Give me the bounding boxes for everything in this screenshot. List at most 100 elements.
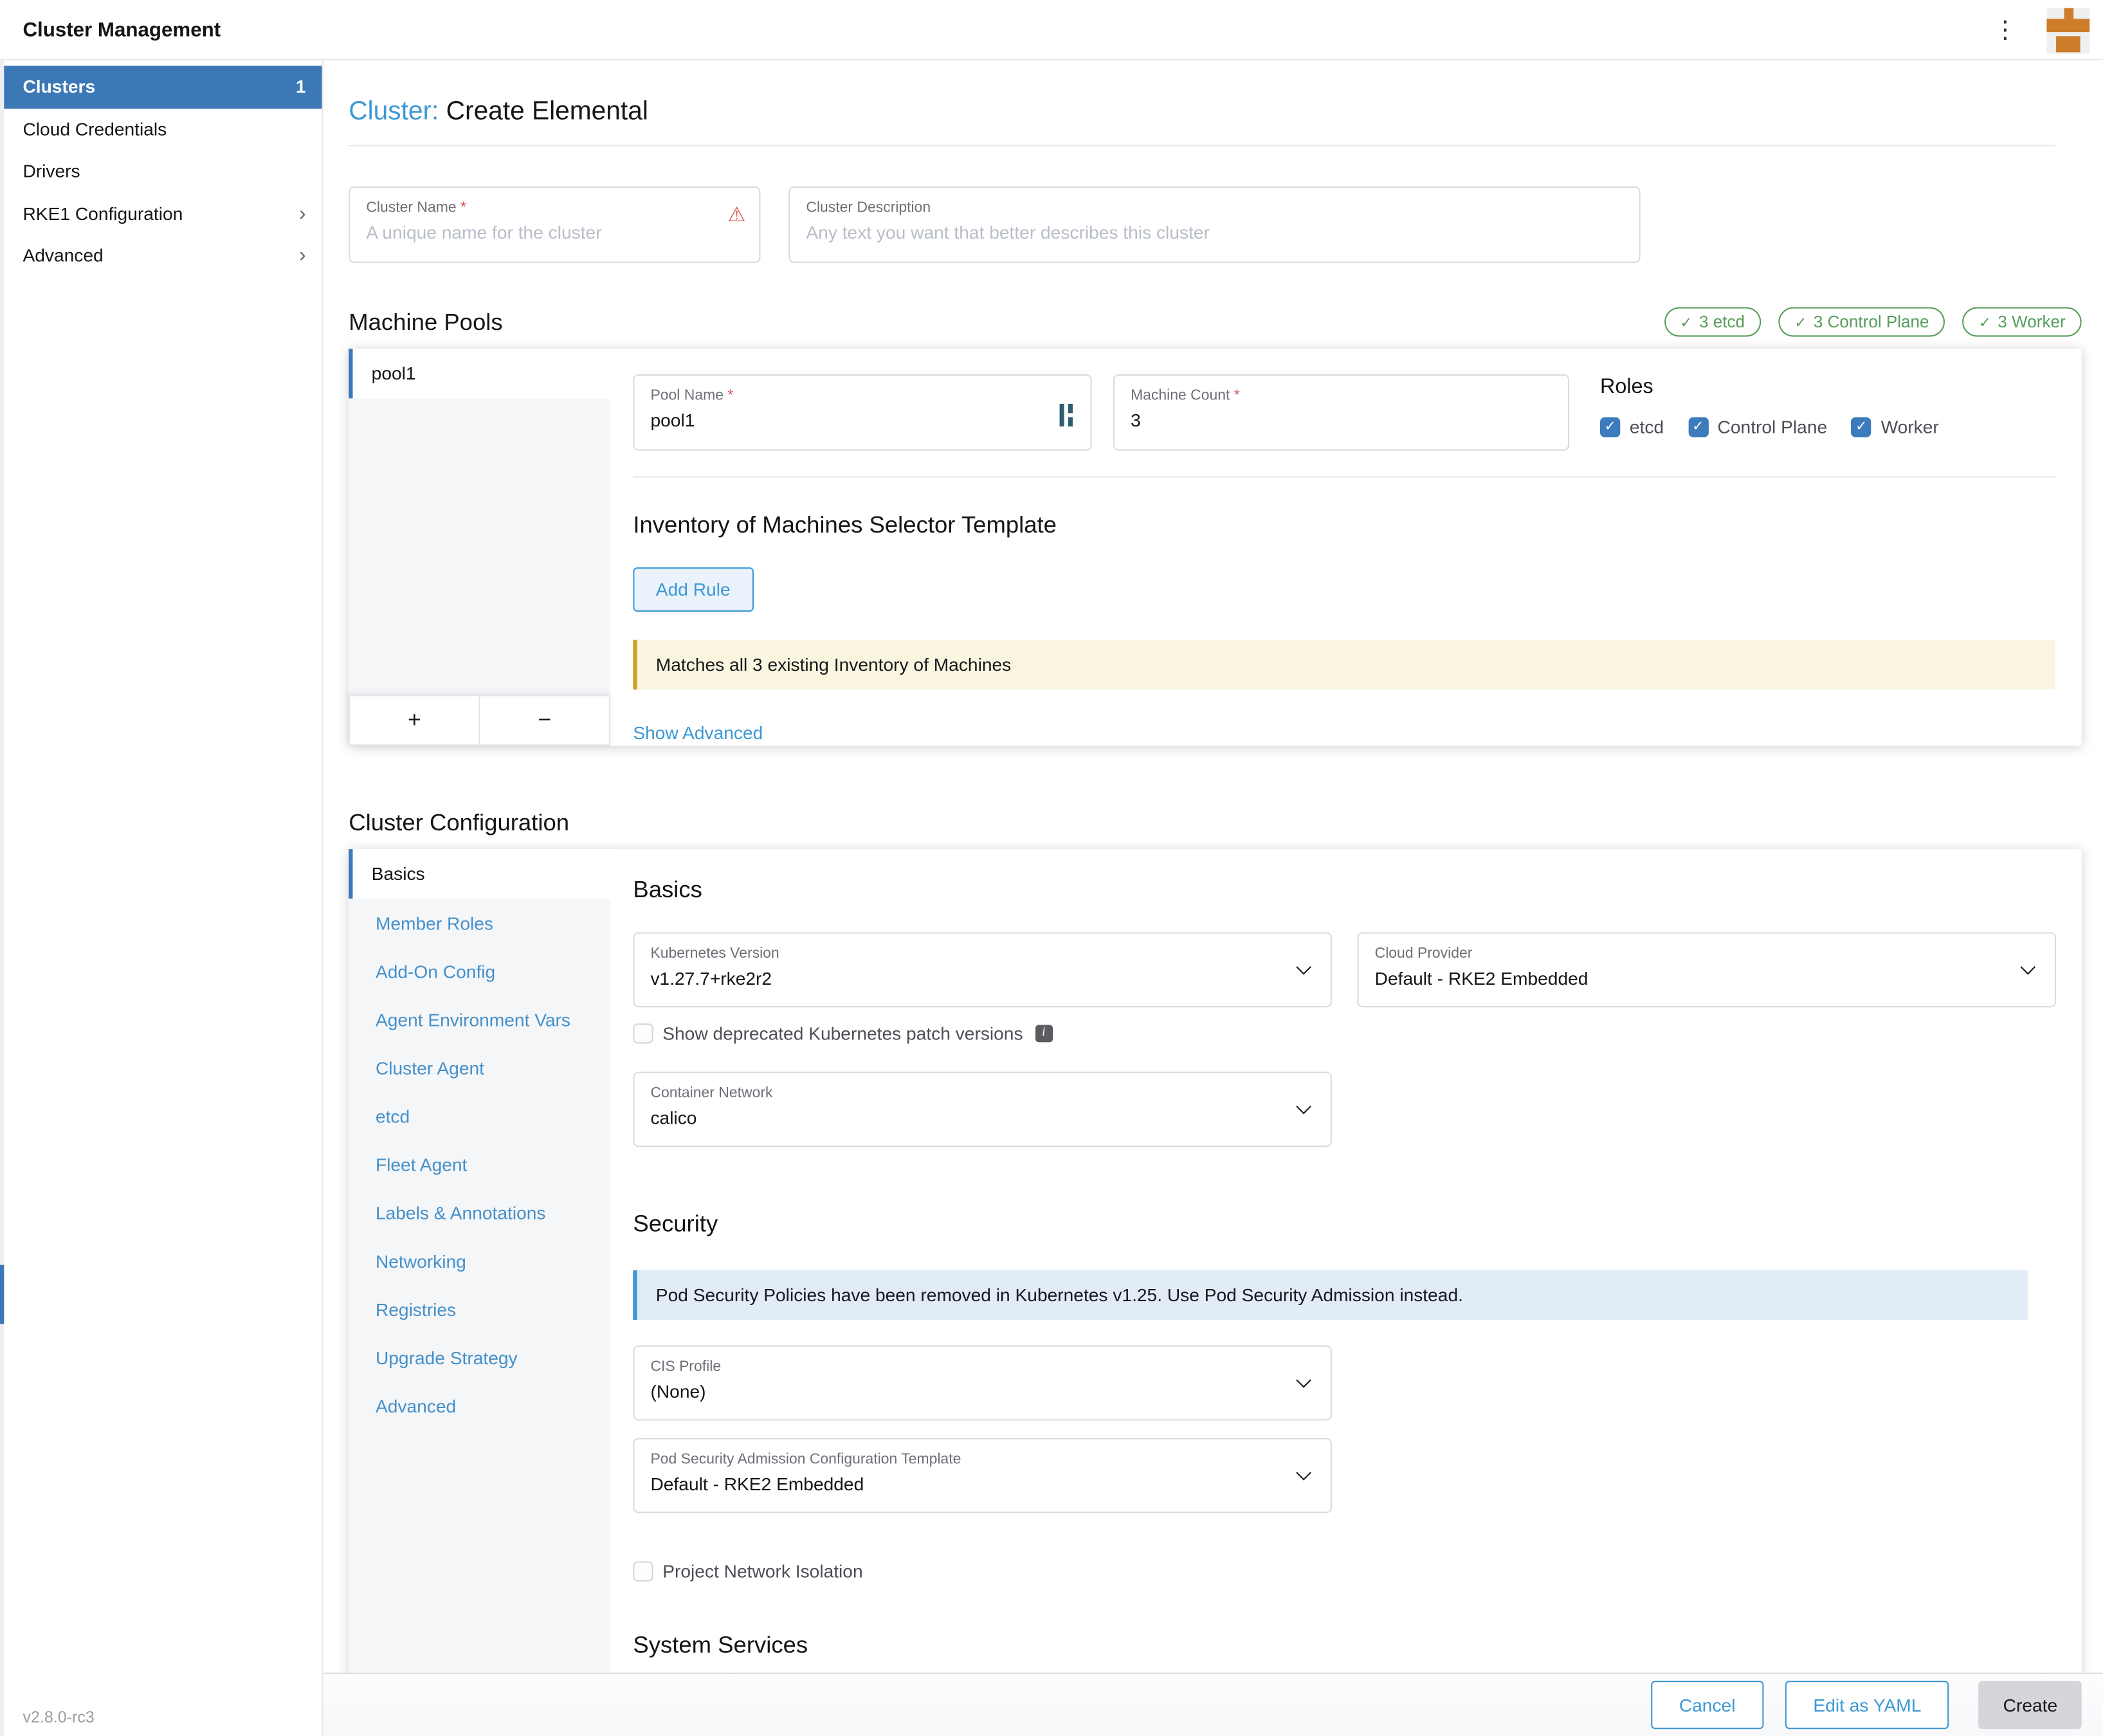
pool-name-field: Pool Name * (633, 374, 1091, 451)
left-scrollbar-track[interactable] (0, 60, 4, 1736)
app-window: Cluster Management ⋮ Clusters 1 Cloud Cr… (0, 0, 2103, 1736)
chevron-down-icon (2020, 960, 2035, 975)
machine-count-field: Machine Count * (1113, 374, 1569, 451)
config-nav-registries[interactable]: Registries (349, 1285, 610, 1333)
sidebar: Clusters 1 Cloud Credentials Drivers RKE… (0, 60, 323, 1736)
app-title: Cluster Management (23, 18, 1987, 41)
machine-pools-heading: Machine Pools (349, 308, 502, 336)
checkbox-checked-icon: ✓ (1600, 417, 1620, 437)
kebab-menu-icon[interactable]: ⋮ (1988, 15, 2023, 44)
checkbox-unchecked (633, 1562, 653, 1582)
page-title: Cluster: Create Elemental (349, 96, 2103, 127)
cluster-description-label: Cluster Description (806, 200, 1623, 216)
cis-profile-value: (None) (650, 1382, 1284, 1402)
warning-icon: ⚠ (727, 203, 745, 227)
logo-shape (2056, 36, 2080, 52)
randomize-bars-icon[interactable] (1060, 404, 1077, 434)
project-network-isolation-checkbox[interactable]: Project Network Isolation (633, 1562, 862, 1582)
cluster-configuration-heading: Cluster Configuration (349, 809, 2103, 837)
cis-profile-select[interactable]: CIS Profile (None) (633, 1346, 1332, 1421)
inventory-selector-heading: Inventory of Machines Selector Template (633, 511, 2055, 540)
checkbox-checked-icon: ✓ (1852, 417, 1871, 437)
cis-profile-label: CIS Profile (650, 1359, 1284, 1375)
kubernetes-version-label: Kubernetes Version (650, 946, 1284, 962)
chevron-down-icon (1296, 1373, 1311, 1388)
chevron-down-icon (1296, 1465, 1311, 1481)
pool-tabs-fill (349, 398, 610, 695)
pool-name-input[interactable] (650, 410, 1074, 430)
required-mark: * (460, 200, 466, 216)
config-nav-member-roles[interactable]: Member Roles (349, 899, 610, 947)
cluster-configuration-card: Basics Member Roles Add-On Config Agent … (349, 849, 2081, 1681)
page-title-name: Create Elemental (446, 96, 648, 126)
cancel-button[interactable]: Cancel (1651, 1681, 1763, 1729)
role-checkbox-worker[interactable]: ✓ Worker (1852, 417, 1939, 437)
sidebar-item-clusters[interactable]: Clusters 1 (0, 66, 322, 108)
cloud-provider-label: Cloud Provider (1375, 946, 2009, 962)
kubernetes-version-select[interactable]: Kubernetes Version v1.27.7+rke2r2 (633, 932, 1332, 1007)
sidebar-item-rke1-configuration[interactable]: RKE1 Configuration › (0, 192, 322, 235)
checkbox-unchecked (633, 1023, 653, 1043)
chevron-right-icon: › (299, 244, 305, 267)
divider (349, 145, 2055, 146)
pool-detail-panel: Pool Name * Machine Count * (610, 349, 2082, 745)
chevron-down-icon (1296, 1099, 1311, 1115)
container-network-label: Container Network (650, 1085, 1284, 1101)
remove-pool-button[interactable]: − (480, 695, 610, 745)
add-rule-button[interactable]: Add Rule (633, 567, 753, 612)
psa-template-select[interactable]: Pod Security Admission Configuration Tem… (633, 1438, 1332, 1513)
clusters-count-badge: 1 (296, 77, 306, 96)
roles-group: Roles ✓ etcd ✓ Control Plane (1600, 374, 1939, 451)
config-nav-basics[interactable]: Basics (349, 849, 610, 899)
create-button[interactable]: Create (1979, 1681, 2082, 1729)
roles-heading: Roles (1600, 376, 1939, 400)
config-nav-add-on-config[interactable]: Add-On Config (349, 947, 610, 995)
check-icon: ✓ (1794, 313, 1807, 331)
config-content-panel: Basics Kubernetes Version v1.27.7+rke2r2… (610, 849, 2083, 1681)
config-nav-upgrade-strategy[interactable]: Upgrade Strategy (349, 1333, 610, 1382)
sidebar-item-label: Drivers (23, 161, 80, 181)
sidebar-item-cloud-credentials[interactable]: Cloud Credentials (0, 108, 322, 151)
check-icon: ✓ (1680, 313, 1692, 331)
checkbox-checked-icon: ✓ (1688, 417, 1708, 437)
config-nav-etcd[interactable]: etcd (349, 1092, 610, 1140)
role-checkbox-control-plane[interactable]: ✓ Control Plane (1688, 417, 1828, 437)
action-footer: Cancel Edit as YAML Create (323, 1673, 2103, 1736)
basics-heading: Basics (633, 876, 2056, 904)
top-header: Cluster Management ⋮ (0, 0, 2103, 60)
brand-logo[interactable] (2046, 8, 2089, 54)
left-scrollbar-thumb[interactable] (0, 1265, 4, 1324)
pool-tab-pool1[interactable]: pool1 (349, 349, 610, 398)
role-checkbox-etcd[interactable]: ✓ etcd (1600, 417, 1664, 437)
config-nav-networking[interactable]: Networking (349, 1237, 610, 1285)
sidebar-item-advanced[interactable]: Advanced › (0, 235, 322, 277)
cluster-name-field: Cluster Name * ⚠ (349, 187, 760, 263)
config-nav-advanced[interactable]: Advanced (349, 1382, 610, 1430)
check-icon: ✓ (1979, 313, 1991, 331)
add-pool-button[interactable]: + (349, 695, 480, 745)
sidebar-item-label: Clusters (23, 77, 95, 96)
pool-name-label: Pool Name * (650, 388, 1074, 404)
control-plane-count-badge: ✓ 3 Control Plane (1778, 307, 1945, 337)
info-tooltip-icon[interactable]: i (1035, 1025, 1052, 1042)
show-deprecated-versions-checkbox[interactable]: Show deprecated Kubernetes patch version… (633, 1023, 1052, 1043)
cluster-name-input[interactable] (366, 223, 743, 242)
config-nav-cluster-agent[interactable]: Cluster Agent (349, 1044, 610, 1092)
config-nav-agent-environment-vars[interactable]: Agent Environment Vars (349, 995, 610, 1043)
cloud-provider-select[interactable]: Cloud Provider Default - RKE2 Embedded (1358, 932, 2057, 1007)
config-nav-labels-annotations[interactable]: Labels & Annotations (349, 1189, 610, 1237)
version-label: v2.8.0-rc3 (23, 1708, 94, 1726)
sidebar-item-drivers[interactable]: Drivers (0, 151, 322, 193)
machine-count-input[interactable] (1131, 410, 1552, 430)
cluster-description-input[interactable] (806, 223, 1623, 242)
edit-as-yaml-button[interactable]: Edit as YAML (1785, 1681, 1950, 1729)
show-advanced-link[interactable]: Show Advanced (633, 723, 763, 743)
cloud-provider-value: Default - RKE2 Embedded (1375, 969, 2009, 989)
machine-pools-card: pool1 + − Pool Name * (349, 349, 2081, 745)
cluster-description-field: Cluster Description (788, 187, 1640, 263)
config-nav-links: Member Roles Add-On Config Agent Environ… (349, 899, 610, 1681)
machine-count-label: Machine Count * (1131, 388, 1552, 404)
container-network-select[interactable]: Container Network calico (633, 1072, 1332, 1147)
config-nav-fleet-agent[interactable]: Fleet Agent (349, 1140, 610, 1189)
etcd-count-badge: ✓ 3 etcd (1664, 307, 1761, 337)
